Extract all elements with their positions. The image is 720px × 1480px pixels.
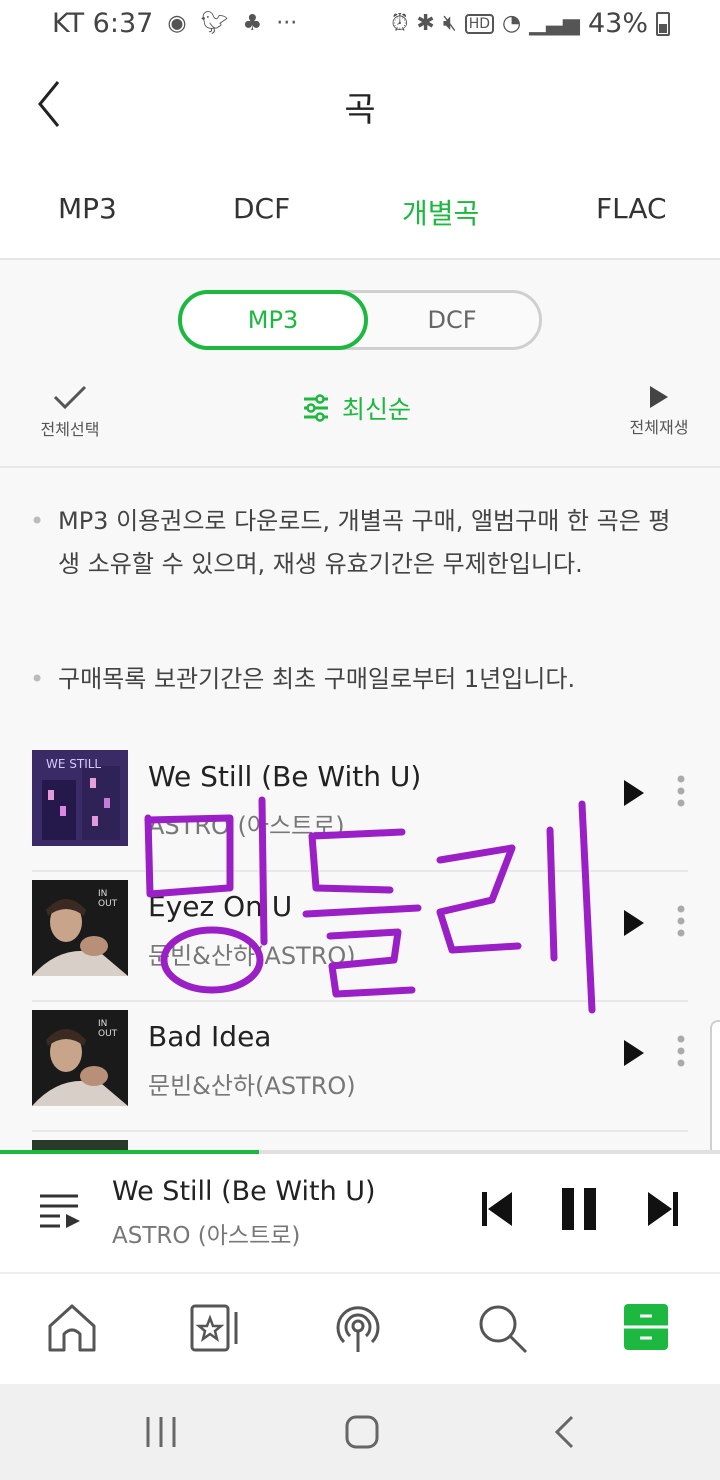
song-artist: 문빈&산하(ASTRO) [148, 1072, 356, 1100]
tab-bar: MP3 DCF 개별곡 FLAC [0, 156, 720, 260]
header: 곡 [0, 52, 720, 156]
play-icon[interactable] [622, 778, 646, 808]
notice-item: • MP3 이용권으로 다운로드, 개별곡 구매, 앨범구매 한 곡은 평생 소… [30, 500, 690, 586]
more-options-icon[interactable] [676, 774, 686, 808]
svg-text:OUT: OUT [98, 899, 118, 909]
svg-text:IN: IN [98, 1019, 107, 1029]
select-all-label: 전체선택 [40, 420, 100, 439]
tab-flac[interactable]: FLAC [596, 192, 667, 225]
mini-player[interactable]: We Still (Be With U) ASTRO (아스트로) [0, 1150, 720, 1274]
page-title: 곡 [344, 90, 376, 130]
storage-drawer-icon[interactable] [622, 1302, 670, 1352]
check-icon [53, 385, 87, 410]
play-all-button[interactable]: 전체재생 [624, 384, 694, 438]
divider [0, 466, 720, 468]
status-bar: KT 6:37 ◉ 🐦︎ ♣ ··· ⏰︎ ✱ 🔇︎ HD ◔ ▁▃▅ 43% [0, 0, 720, 52]
wifi-icon: ◔ [502, 11, 522, 36]
bluetooth-icon: ✱ [416, 11, 435, 36]
svg-text:WE STILL: WE STILL [46, 757, 101, 771]
song-row[interactable]: WE STILL We Still (Be With U) ASTRO (아스트… [32, 742, 688, 872]
bullet: • [30, 665, 45, 693]
sort-label: 최신순 [342, 395, 412, 424]
album-art: WE STILL [32, 750, 128, 846]
format-toggle: MP3 DCF [178, 290, 542, 350]
song-row[interactable]: IN OUT Bad Idea 문빈&산하(ASTRO) [32, 1002, 688, 1132]
signal-icon: ▁▃▅ [529, 11, 580, 36]
system-nav-bar [0, 1384, 720, 1480]
alarm-icon: ⏰︎ [391, 11, 409, 36]
notice-text: 구매목록 보관기간은 최초 구매일로부터 1년입니다. [58, 665, 576, 693]
play-all-label: 전체재생 [629, 418, 689, 437]
play-icon[interactable] [622, 908, 646, 938]
battery-percent: 43% [587, 8, 648, 39]
toggle-dcf[interactable]: DCF [365, 293, 539, 347]
progress-fill [0, 1150, 260, 1154]
record-icon: ◉ [167, 11, 187, 36]
progress-bar[interactable] [0, 1150, 720, 1154]
battery-icon [656, 11, 670, 36]
select-all-button[interactable]: 전체선택 [30, 382, 110, 440]
svg-text:OUT: OUT [98, 1029, 118, 1039]
more-options-icon[interactable] [676, 904, 686, 938]
song-artist: ASTRO (아스트로) [148, 812, 345, 840]
twitter-icon: 🐦︎ [200, 11, 229, 36]
play-icon [650, 386, 668, 408]
pause-icon[interactable] [560, 1186, 598, 1232]
song-row[interactable] [32, 1132, 688, 1150]
album-art: IN OUT [32, 880, 128, 976]
song-artist: 문빈&산하(ASTRO) [148, 942, 356, 970]
song-title: Eyez On U [148, 890, 293, 923]
song-title: We Still (Be With U) [148, 760, 422, 793]
hanging-figure-icon: ♣ [242, 11, 263, 36]
podcast-icon[interactable] [332, 1302, 384, 1354]
notice-text: MP3 이용권으로 다운로드, 개별곡 구매, 앨범구매 한 곡은 평생 소유할… [58, 507, 671, 578]
sort-button[interactable]: 최신순 [302, 390, 411, 426]
tab-mp3[interactable]: MP3 [58, 192, 117, 225]
toggle-mp3[interactable]: MP3 [178, 290, 368, 350]
more-dots-icon: ··· [276, 11, 298, 36]
my-music-star-icon[interactable] [188, 1302, 240, 1354]
album-art: IN OUT [32, 1010, 128, 1106]
more-options-icon[interactable] [676, 1034, 686, 1068]
song-row[interactable]: IN OUT Eyez On U 문빈&산하(ASTRO) [32, 872, 688, 1002]
back-nav-icon[interactable] [552, 1414, 576, 1450]
scrollbar[interactable] [710, 1020, 720, 1150]
content-area: MP3 DCF 전체선택 최신순 전체재생 • MP3 이용권으로 다운로드, … [0, 260, 720, 1150]
home-icon[interactable] [46, 1302, 98, 1354]
bottom-nav [0, 1274, 720, 1384]
sliders-icon [304, 394, 328, 422]
now-playing-artist: ASTRO (아스트로) [112, 1223, 301, 1249]
tab-dcf[interactable]: DCF [233, 192, 290, 225]
svg-text:IN: IN [98, 889, 107, 899]
mute-icon: 🔇︎ [442, 11, 457, 36]
recent-apps-icon[interactable] [144, 1414, 178, 1450]
now-playing-title[interactable]: We Still (Be With U) [112, 1176, 376, 1207]
album-art [32, 1140, 128, 1150]
bullet: • [30, 507, 45, 535]
tab-individual-songs[interactable]: 개별곡 [402, 192, 479, 232]
next-track-icon[interactable] [646, 1190, 680, 1228]
previous-track-icon[interactable] [480, 1190, 514, 1228]
play-icon[interactable] [622, 1038, 646, 1068]
hd-icon: HD [464, 13, 495, 34]
notice-item: • 구매목록 보관기간은 최초 구매일로부터 1년입니다. [30, 658, 690, 701]
home-button-icon[interactable] [344, 1414, 380, 1450]
carrier-time: KT 6:37 [52, 8, 154, 39]
song-title: Bad Idea [148, 1020, 272, 1053]
playlist-icon[interactable] [38, 1190, 82, 1230]
search-icon[interactable] [476, 1302, 528, 1354]
